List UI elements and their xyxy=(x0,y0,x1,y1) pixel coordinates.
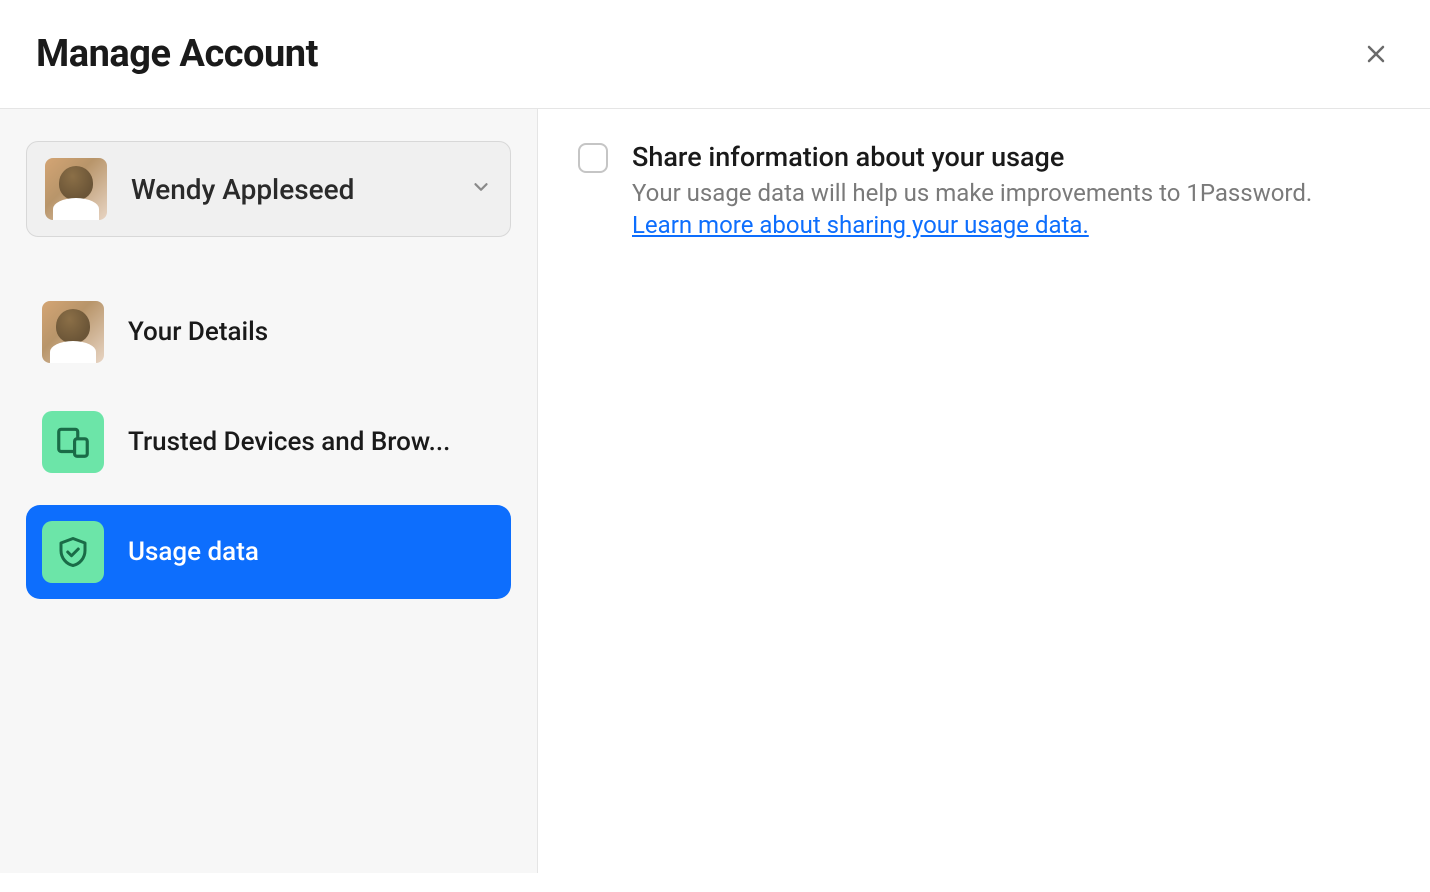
avatar xyxy=(45,158,107,220)
setting-description: Your usage data will help us make improv… xyxy=(632,177,1390,211)
close-button[interactable] xyxy=(1360,38,1392,70)
account-selector[interactable]: Wendy Appleseed xyxy=(26,141,511,237)
chevron-down-icon xyxy=(470,176,492,202)
sidebar-item-label: Your Details xyxy=(128,317,268,347)
devices-icon xyxy=(42,411,104,473)
setting-title: Share information about your usage xyxy=(632,141,1390,173)
container: Wendy Appleseed Your Details Trusted Dev… xyxy=(0,109,1430,873)
sidebar-item-your-details[interactable]: Your Details xyxy=(26,285,511,379)
sidebar-item-trusted-devices[interactable]: Trusted Devices and Brow... xyxy=(26,395,511,489)
learn-more-link[interactable]: Learn more about sharing your usage data… xyxy=(632,211,1089,239)
sidebar-item-label: Usage data xyxy=(128,537,259,567)
avatar-icon xyxy=(42,301,104,363)
page-title: Manage Account xyxy=(36,32,318,76)
sidebar-item-label: Trusted Devices and Brow... xyxy=(128,427,450,457)
share-usage-checkbox[interactable] xyxy=(578,143,608,173)
account-name: Wendy Appleseed xyxy=(131,173,470,206)
sidebar-item-usage-data[interactable]: Usage data xyxy=(26,505,511,599)
main-content: Share information about your usage Your … xyxy=(538,109,1430,873)
close-icon xyxy=(1364,42,1388,66)
setting-share-usage: Share information about your usage Your … xyxy=(578,141,1390,239)
setting-content: Share information about your usage Your … xyxy=(632,141,1390,239)
header: Manage Account xyxy=(0,0,1430,109)
shield-icon xyxy=(42,521,104,583)
sidebar: Wendy Appleseed Your Details Trusted Dev… xyxy=(0,109,538,873)
